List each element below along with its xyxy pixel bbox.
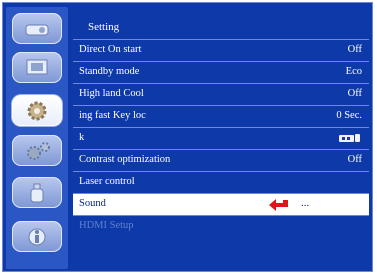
- menu-item-contrast-optimization[interactable]: Contrast optimization Off: [73, 150, 369, 171]
- bottle-icon: [30, 183, 44, 203]
- menu-item-hdmi-setup: HDMI Setup: [73, 216, 369, 237]
- menu-item-value: Off: [347, 88, 362, 99]
- submenu-ellipsis: ...: [301, 197, 310, 209]
- menu-item-key-lock-time[interactable]: ing fast Key loc 0 Sec.: [73, 106, 369, 127]
- sidebar-advanced-button[interactable]: [12, 135, 62, 166]
- menu-item-label: HDMI Setup: [79, 220, 134, 231]
- menu-item-label: Sound: [79, 198, 106, 209]
- menu-item-label: High land Cool: [79, 88, 144, 99]
- menu-item-high-land-cool[interactable]: High land Cool Off: [73, 84, 369, 105]
- enter-arrow-icon: [269, 199, 288, 211]
- menu-item-value: Off: [347, 44, 362, 55]
- sidebar-expanded-button[interactable]: [12, 177, 62, 208]
- menu-item-value: Eco: [345, 66, 362, 77]
- menu-item-sound[interactable]: Sound ...: [73, 194, 369, 215]
- menu-title: Setting: [88, 21, 120, 33]
- menu-item-label: ing fast Key loc: [79, 110, 146, 121]
- gears-icon: [27, 142, 50, 160]
- menu-item-label: Standby mode: [79, 66, 140, 77]
- key-lock-icon: [338, 131, 362, 148]
- menu-item-direct-on-start[interactable]: Direct On start Off: [73, 40, 369, 61]
- menu-item-label: Direct On start: [79, 44, 142, 55]
- menu-item-key-lock[interactable]: k: [73, 128, 369, 149]
- gear-icon: [27, 101, 47, 121]
- menu-item-label: Contrast optimization: [79, 154, 171, 165]
- menu-item-label: Laser control: [79, 176, 135, 187]
- info-icon: [28, 228, 46, 246]
- menu-item-standby-mode[interactable]: Standby mode Eco: [73, 62, 369, 83]
- projector-icon: [25, 24, 49, 36]
- menu-category-sidebar: [6, 7, 68, 269]
- sidebar-setting-button[interactable]: [12, 95, 62, 126]
- menu-item-laser-control[interactable]: Laser control: [73, 172, 369, 193]
- menu-content: Setting Direct On start Off Standby mode…: [73, 9, 369, 269]
- menu-item-label: k: [79, 132, 85, 143]
- menu-item-value: Off: [347, 154, 362, 165]
- sidebar-image-button[interactable]: [12, 52, 62, 83]
- sidebar-display-button[interactable]: [12, 13, 62, 44]
- screen-icon: [26, 59, 48, 75]
- osd-menu-window: Setting Direct On start Off Standby mode…: [2, 2, 373, 272]
- sidebar-info-button[interactable]: [12, 221, 62, 252]
- menu-item-value: 0 Sec.: [336, 110, 362, 121]
